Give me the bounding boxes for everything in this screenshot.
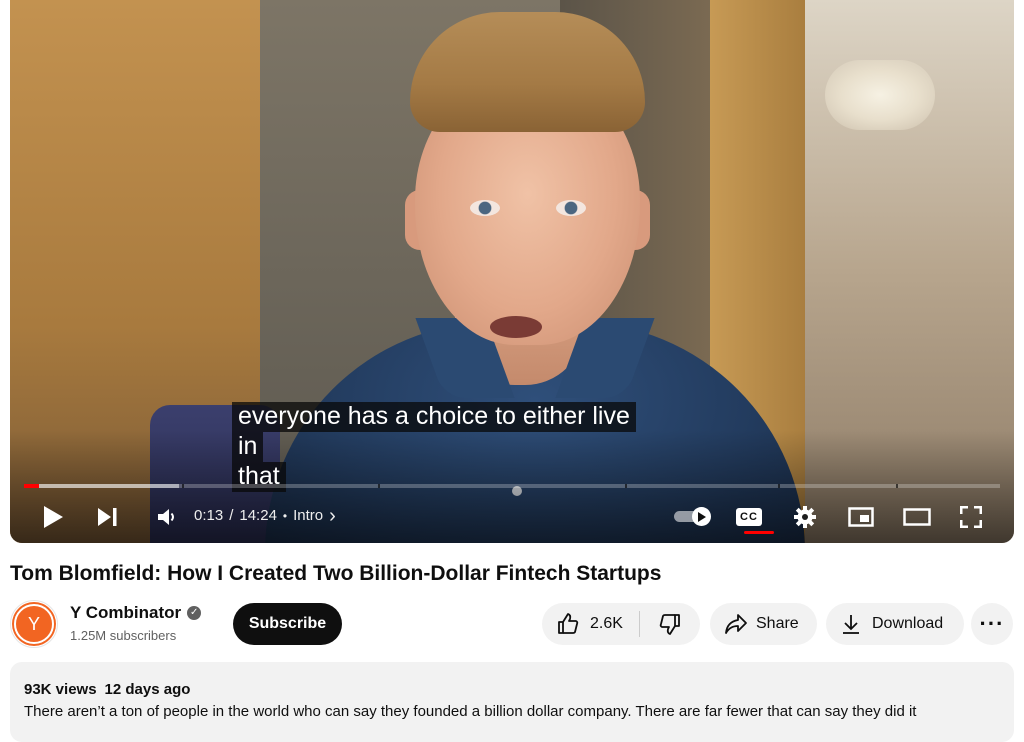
mute-button[interactable] xyxy=(150,500,184,534)
view-count: 93K views xyxy=(24,681,97,698)
settings-button[interactable] xyxy=(788,500,822,534)
thumbs-up-icon xyxy=(558,613,579,634)
verified-badge-icon: ✓ xyxy=(187,606,202,620)
captions-active-indicator xyxy=(744,531,774,534)
time-separator: / xyxy=(229,507,234,524)
chapter-title: Intro xyxy=(293,507,324,524)
channel-logo: Y xyxy=(14,604,54,644)
description-text: There aren’t a ton of people in the worl… xyxy=(24,703,917,720)
description-box[interactable]: 93K views 12 days ago There aren’t a ton… xyxy=(10,662,1014,742)
play-button[interactable] xyxy=(36,500,70,534)
captions-button[interactable]: CC xyxy=(732,500,766,534)
download-label: Download xyxy=(872,615,944,632)
speaker-figure xyxy=(556,200,586,216)
like-dislike-group: 2.6K xyxy=(542,603,700,645)
caption-window: everyone has a choice to either live in … xyxy=(232,401,662,492)
like-count: 2.6K xyxy=(590,615,623,632)
theater-mode-button[interactable] xyxy=(900,500,934,534)
dislike-button[interactable] xyxy=(639,603,700,645)
chapter-marker xyxy=(378,484,380,488)
share-label: Share xyxy=(756,615,799,632)
channel-avatar[interactable]: Y xyxy=(10,600,58,648)
speaker-figure xyxy=(410,12,645,132)
miniplayer-icon xyxy=(848,507,874,527)
miniplayer-button[interactable] xyxy=(844,500,878,534)
share-button[interactable]: Share xyxy=(710,603,817,645)
progress-bar[interactable] xyxy=(24,484,1000,488)
next-icon xyxy=(98,508,117,526)
speaker-figure xyxy=(490,316,542,338)
time-display: 0:13 / 14:24 • Intro › xyxy=(194,506,336,526)
play-icon xyxy=(44,506,63,528)
chapter-marker xyxy=(625,484,627,488)
fullscreen-button[interactable] xyxy=(954,500,988,534)
video-background xyxy=(825,60,935,130)
subscriber-count: 1.25M subscribers xyxy=(70,628,177,643)
progress-played xyxy=(24,484,39,488)
channel-name-text: Y Combinator xyxy=(70,603,182,622)
more-icon: ··· xyxy=(979,611,1005,636)
next-button[interactable] xyxy=(90,500,124,534)
autoplay-toggle-icon xyxy=(692,507,711,526)
download-button[interactable]: Download xyxy=(826,603,964,645)
fullscreen-icon xyxy=(960,506,982,528)
progress-buffered xyxy=(24,484,180,488)
subscribe-button[interactable]: Subscribe xyxy=(233,603,342,645)
theater-mode-icon xyxy=(903,508,931,526)
autoplay-toggle[interactable] xyxy=(674,507,712,526)
current-time: 0:13 xyxy=(194,507,224,524)
chapter-button[interactable]: Intro › xyxy=(293,506,336,526)
chapter-bullet: • xyxy=(282,509,288,523)
chevron-right-icon: › xyxy=(329,505,336,527)
more-actions-button[interactable]: ··· xyxy=(971,603,1013,645)
description-meta: 93K views 12 days ago xyxy=(24,680,190,700)
thumbs-down-icon xyxy=(659,614,680,635)
upload-date: 12 days ago xyxy=(104,681,191,698)
captions-icon: CC xyxy=(736,508,762,526)
download-icon xyxy=(843,615,859,634)
chapter-marker xyxy=(896,484,898,488)
chapter-marker xyxy=(182,484,184,488)
video-title: Tom Blomfield: How I Created Two Billion… xyxy=(10,562,662,585)
share-icon xyxy=(725,614,747,634)
video-player[interactable]: everyone has a choice to either live in … xyxy=(10,0,1014,543)
settings-icon xyxy=(794,506,816,528)
chapter-marker xyxy=(778,484,780,488)
like-button[interactable]: 2.6K xyxy=(542,603,639,645)
speaker-figure xyxy=(470,200,500,216)
volume-icon xyxy=(158,509,174,525)
channel-name[interactable]: Y Combinator ✓ xyxy=(70,602,202,624)
caption-line: everyone has a choice to either live in xyxy=(232,402,636,462)
total-time: 14:24 xyxy=(239,507,277,524)
